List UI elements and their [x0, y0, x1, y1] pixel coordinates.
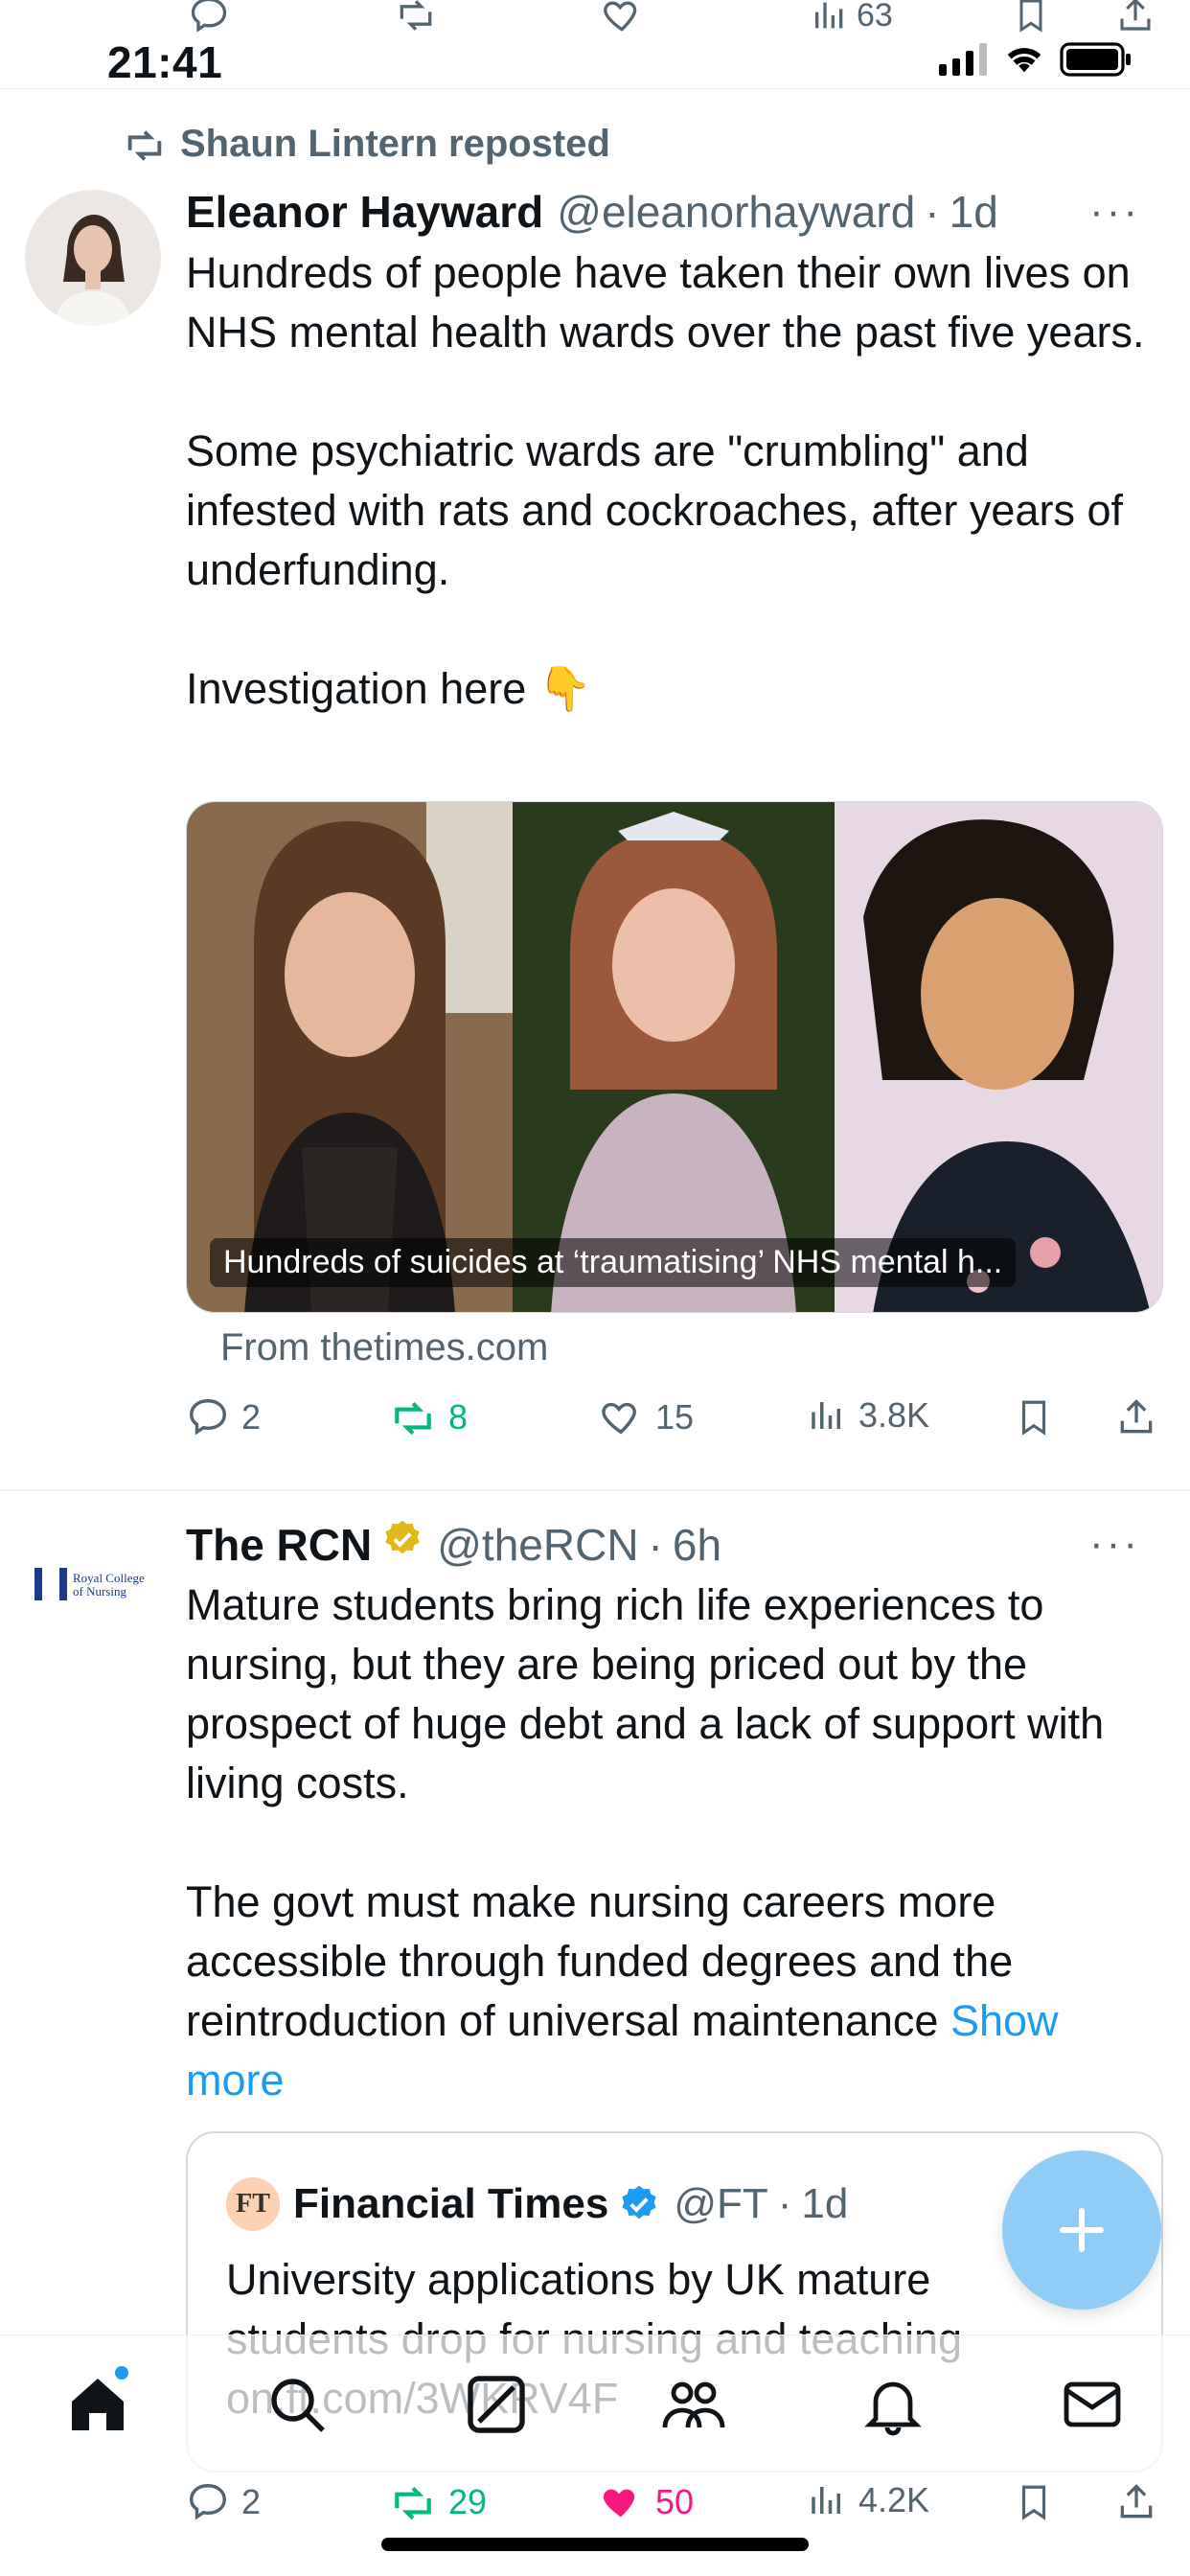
status-bar: 21:41: [0, 29, 1190, 88]
communities-icon: [662, 2381, 725, 2428]
wifi-icon: [1007, 48, 1041, 73]
author-name[interactable]: The RCN: [186, 1519, 372, 1571]
avatar-eleanor-hayward[interactable]: [25, 190, 161, 326]
reply-button[interactable]: 2: [186, 1395, 261, 1439]
tweet-actions: 2 29 50 4.2K: [186, 2480, 1163, 2538]
tab-search[interactable]: [263, 2370, 332, 2439]
ft-avatar[interactable]: FT: [226, 2177, 280, 2231]
tweet-paragraph: The govt must make nursing careers more …: [186, 1877, 1014, 2045]
verified-blue-icon: [622, 2185, 656, 2220]
tweet-header: The RCN @theRCN · 6h: [186, 1519, 722, 1571]
quote-header: FT Financial Times @FT · 1d: [226, 2177, 848, 2231]
views-count: 4.2K: [858, 2480, 930, 2519]
more-options-icon[interactable]: ···: [1089, 1520, 1140, 1568]
tab-grok[interactable]: [462, 2370, 531, 2439]
share-icon: [1120, 1399, 1153, 1434]
repost-indicator: Shaun Lintern reposted: [123, 123, 610, 166]
verified-gold-icon: [385, 1520, 420, 1554]
notification-dot: [115, 2366, 128, 2380]
reply-icon: [190, 1399, 226, 1436]
status-time: 21:41: [107, 37, 223, 87]
tweet-paragraph: Mature students bring rich life experien…: [186, 1580, 1105, 1807]
search-icon: [271, 2379, 325, 2432]
repost-button[interactable]: 8: [389, 1395, 468, 1439]
views-button[interactable]: 4.2K: [807, 2480, 929, 2520]
reply-count: 2: [241, 1397, 262, 1437]
home-icon: [72, 2379, 124, 2430]
tweet-paragraph: Investigation here 👇: [186, 664, 592, 713]
author-handle[interactable]: @eleanorhayward: [557, 186, 915, 238]
compose-button[interactable]: [1002, 2150, 1161, 2310]
bell-icon: [864, 2381, 922, 2436]
quote-author-handle[interactable]: @FT: [674, 2180, 767, 2228]
heart-filled-icon: [603, 2489, 635, 2518]
like-button[interactable]: 50: [598, 2480, 694, 2524]
heart-icon: [602, 1402, 636, 1435]
repost-count: 29: [448, 2482, 488, 2521]
like-count: 15: [655, 1397, 695, 1437]
tweet-text: Mature students bring rich life experien…: [186, 1576, 1154, 2110]
tweet-divider: [0, 1489, 1190, 1491]
reply-count: 2: [241, 2482, 262, 2521]
quote-time[interactable]: 1d: [801, 2180, 848, 2228]
tweet-actions: 2 8 15 3.8K: [186, 1395, 1163, 1453]
more-options-icon[interactable]: ···: [1089, 188, 1140, 236]
share-button[interactable]: [1115, 1395, 1157, 1439]
grok-icon: [468, 2376, 525, 2433]
repost-icon: [395, 2486, 431, 2520]
link-card[interactable]: Hundreds of suicides at ‘traumatising’ N…: [186, 801, 1163, 1313]
like-button[interactable]: 15: [598, 1395, 694, 1439]
author-handle[interactable]: @theRCN: [437, 1519, 638, 1571]
avatar-the-rcn[interactable]: Royal College of Nursing: [25, 1524, 161, 1660]
analytics-icon: [812, 1402, 840, 1429]
signal-icon: [939, 43, 987, 76]
bookmark-icon: [1021, 1400, 1046, 1436]
views-button[interactable]: 3.8K: [807, 1395, 929, 1436]
bottom-tab-bar: [0, 2334, 1190, 2478]
reply-button[interactable]: 2: [186, 2480, 261, 2524]
quote-author-name[interactable]: Financial Times: [293, 2180, 608, 2228]
analytics-icon: [812, 2487, 840, 2514]
share-icon: [1120, 2484, 1153, 2518]
tab-notifications[interactable]: [858, 2370, 927, 2439]
tweet-text: Hundreds of people have taken their own …: [186, 243, 1154, 719]
author-name[interactable]: Eleanor Hayward: [186, 186, 543, 238]
repost-count: 8: [448, 1397, 469, 1437]
bookmark-icon: [1021, 2485, 1046, 2520]
card-photo-3: [835, 802, 1162, 1312]
tweet-paragraph: Hundreds of people have taken their own …: [186, 248, 1145, 356]
bookmark-button[interactable]: [1014, 2480, 1054, 2524]
card-photo-1: [187, 802, 513, 1312]
repost-label: Shaun Lintern reposted: [180, 123, 610, 165]
tweet-paragraph: Some psychiatric wards are "crumbling" a…: [186, 426, 1123, 594]
views-count: 3.8K: [858, 1395, 930, 1435]
like-count: 50: [655, 2482, 695, 2521]
tweet-time[interactable]: 6h: [673, 1519, 721, 1571]
share-button[interactable]: [1115, 2480, 1157, 2524]
card-caption: Hundreds of suicides at ‘traumatising’ N…: [210, 1238, 1017, 1287]
card-source[interactable]: From thetimes.com: [220, 1326, 548, 1369]
home-indicator[interactable]: [381, 2538, 809, 2551]
tweet-header: Eleanor Hayward @eleanorhayward · 1d: [186, 186, 998, 238]
bookmark-button[interactable]: [1014, 1395, 1054, 1439]
battery-icon: [1060, 42, 1131, 77]
tweet-time[interactable]: 1d: [950, 186, 998, 238]
mail-icon: [1064, 2381, 1121, 2427]
repost-button[interactable]: 29: [389, 2480, 487, 2524]
reply-icon: [190, 2484, 226, 2520]
tab-home[interactable]: [63, 2366, 132, 2439]
card-photo-2: [513, 802, 835, 1312]
plus-icon: [1060, 2208, 1104, 2252]
tab-messages[interactable]: [1058, 2370, 1127, 2439]
tab-communities[interactable]: [659, 2370, 728, 2439]
repost-icon: [395, 1401, 431, 1436]
repost-icon: [127, 129, 162, 161]
rcn-logo-text: Royal College of Nursing: [73, 1571, 145, 1598]
